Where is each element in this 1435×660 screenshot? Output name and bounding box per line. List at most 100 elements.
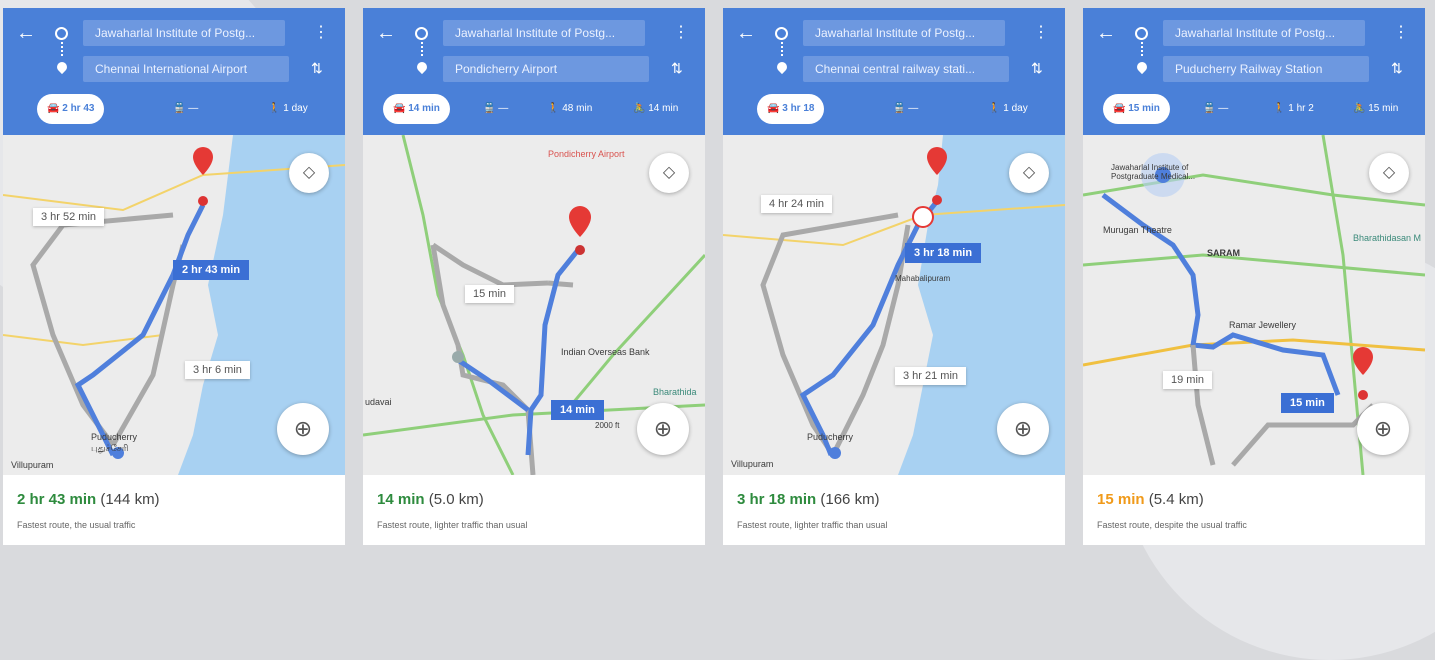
mode-walk-tab[interactable]: 🚶 1 day bbox=[268, 94, 308, 124]
route-summary[interactable]: 3 hr 18 min (166 km) Fastest route, ligh… bbox=[723, 475, 1065, 545]
my-location-icon[interactable]: ⊕ bbox=[637, 403, 689, 455]
walk-time: 1 hr 2 bbox=[1288, 103, 1314, 114]
mode-drive-tab[interactable]: 🚘 14 min bbox=[383, 94, 450, 124]
layers-icon[interactable]: ◇ bbox=[1369, 153, 1409, 193]
place-label-3: Mahabalipuram bbox=[895, 274, 951, 283]
route-summary[interactable]: 14 min (5.0 km) Fastest route, lighter t… bbox=[363, 475, 705, 545]
swap-icon[interactable]: ⇅ bbox=[1031, 60, 1043, 77]
mode-walk-tab[interactable]: 🚶 1 day bbox=[988, 94, 1028, 124]
route-distance: (144 km) bbox=[100, 491, 160, 508]
swap-icon[interactable]: ⇅ bbox=[311, 60, 323, 77]
pin-icon bbox=[54, 59, 70, 75]
mode-ride-tab[interactable]: 🚴 15 min bbox=[1353, 94, 1398, 124]
travel-modes: 🚘 2 hr 43 🚆 — 🚶 1 day bbox=[3, 94, 345, 126]
arrow-left-icon[interactable]: ← bbox=[375, 22, 397, 44]
mode-transit-tab[interactable]: 🚆 — bbox=[1203, 94, 1228, 124]
drive-time: 3 hr 18 bbox=[782, 103, 815, 114]
alt-route-label-2[interactable]: 3 hr 6 min bbox=[185, 361, 250, 379]
walk-time: 1 day bbox=[1003, 103, 1028, 114]
alt-route-label[interactable]: 4 hr 24 min bbox=[761, 195, 833, 213]
ride-icon: 🚴 bbox=[1353, 103, 1369, 114]
map-view[interactable]: ◇ ⊕ Pondicherry Airport 15 min 14 min In… bbox=[363, 135, 705, 475]
destination-field[interactable]: Pondicherry Airport bbox=[443, 56, 649, 82]
ride-time: 15 min bbox=[1368, 103, 1399, 114]
place-label-4: Ramar Jewellery bbox=[1229, 320, 1297, 330]
mode-walk-tab[interactable]: 🚶 1 hr 2 bbox=[1273, 94, 1314, 124]
map-view[interactable]: ◇ ⊕ 3 hr 52 min 2 hr 43 min 3 hr 6 min P… bbox=[3, 135, 345, 475]
transit-time: — bbox=[1218, 103, 1229, 114]
alt-route-label-2[interactable]: 3 hr 21 min bbox=[895, 367, 967, 385]
selected-route-label[interactable]: 3 hr 18 min bbox=[905, 243, 982, 263]
origin-dot-icon bbox=[775, 27, 788, 40]
route-distance: (5.4 km) bbox=[1148, 491, 1204, 508]
car-icon: 🚘 bbox=[1113, 103, 1129, 114]
mode-walk-tab[interactable]: 🚶 48 min bbox=[547, 94, 592, 124]
arrow-left-icon[interactable]: ← bbox=[1095, 22, 1117, 44]
layers-icon[interactable]: ◇ bbox=[289, 153, 329, 193]
map-view[interactable]: ◇ ⊕ Jawaharlal Institute of Postgraduate… bbox=[1083, 135, 1425, 475]
more-vert-icon[interactable]: ⋮ bbox=[1033, 24, 1049, 42]
directions-header: ← Jawaharlal Institute of Postg... Chenn… bbox=[723, 8, 1065, 135]
directions-panel-2: ← Jawaharlal Institute of Postg... Pondi… bbox=[363, 8, 705, 545]
my-location-icon[interactable]: ⊕ bbox=[1357, 403, 1409, 455]
mode-transit-tab[interactable]: 🚆 — bbox=[173, 94, 198, 124]
mode-transit-tab[interactable]: 🚆 — bbox=[893, 94, 918, 124]
place-label-5: Bharathidasan M bbox=[1353, 233, 1422, 243]
mode-drive-tab[interactable]: 🚘 3 hr 18 bbox=[757, 94, 825, 124]
connector-dots bbox=[1141, 42, 1145, 56]
directions-panel-3: ← Jawaharlal Institute of Postg... Chenn… bbox=[723, 8, 1065, 545]
more-vert-icon[interactable]: ⋮ bbox=[1393, 24, 1409, 42]
map-view[interactable]: ◇ ⊕ 4 hr 24 min 3 hr 18 min 3 hr 21 min … bbox=[723, 135, 1065, 475]
layers-icon[interactable]: ◇ bbox=[649, 153, 689, 193]
route-description: Fastest route, despite the usual traffic bbox=[1097, 520, 1247, 530]
directions-header: ← Jawaharlal Institute of Postg... Chenn… bbox=[3, 8, 345, 135]
arrow-left-icon[interactable]: ← bbox=[15, 22, 37, 44]
alt-route-label[interactable]: 19 min bbox=[1163, 371, 1213, 389]
place-label-2: Villupuram bbox=[11, 460, 54, 470]
more-vert-icon[interactable]: ⋮ bbox=[673, 24, 689, 42]
selected-route-label[interactable]: 15 min bbox=[1281, 393, 1334, 413]
mode-ride-tab[interactable]: 🚴 14 min bbox=[633, 94, 678, 124]
connector-dots bbox=[421, 42, 425, 56]
my-location-icon[interactable]: ⊕ bbox=[277, 403, 329, 455]
train-icon: 🚆 bbox=[893, 103, 909, 114]
place-label-local: புதுச்சேரி bbox=[91, 443, 129, 453]
arrow-left-icon[interactable]: ← bbox=[735, 22, 757, 44]
mode-drive-tab[interactable]: 🚘 15 min bbox=[1103, 94, 1170, 124]
directions-header: ← Jawaharlal Institute of Postg... Puduc… bbox=[1083, 8, 1425, 135]
mode-transit-tab[interactable]: 🚆 — bbox=[483, 94, 508, 124]
origin-field[interactable]: Jawaharlal Institute of Postg... bbox=[803, 20, 1005, 46]
swap-icon[interactable]: ⇅ bbox=[671, 60, 683, 77]
car-icon: 🚘 bbox=[47, 103, 63, 114]
transit-time: — bbox=[908, 103, 919, 114]
alt-route-label[interactable]: 15 min bbox=[465, 285, 515, 303]
origin-field[interactable]: Jawaharlal Institute of Postg... bbox=[443, 20, 645, 46]
route-summary[interactable]: 15 min (5.4 km) Fastest route, despite t… bbox=[1083, 475, 1425, 545]
swap-icon[interactable]: ⇅ bbox=[1391, 60, 1403, 77]
route-description: Fastest route, lighter traffic than usua… bbox=[737, 520, 888, 530]
destination-field[interactable]: Puducherry Railway Station bbox=[1163, 56, 1369, 82]
place-label: Puducherry bbox=[91, 432, 138, 442]
layers-icon[interactable]: ◇ bbox=[1009, 153, 1049, 193]
more-vert-icon[interactable]: ⋮ bbox=[313, 24, 329, 42]
ride-icon: 🚴 bbox=[633, 103, 649, 114]
selected-route-label[interactable]: 14 min bbox=[551, 400, 604, 420]
directions-header: ← Jawaharlal Institute of Postg... Pondi… bbox=[363, 8, 705, 135]
origin-field[interactable]: Jawaharlal Institute of Postg... bbox=[1163, 20, 1365, 46]
destination-field[interactable]: Chennai International Airport bbox=[83, 56, 289, 82]
place-label-2: Villupuram bbox=[731, 459, 774, 469]
connector-dots bbox=[781, 42, 785, 56]
place-label-3: SARAM bbox=[1207, 248, 1240, 258]
selected-route-label[interactable]: 2 hr 43 min bbox=[173, 260, 250, 280]
route-summary[interactable]: 2 hr 43 min (144 km) Fastest route, the … bbox=[3, 475, 345, 545]
mode-drive-tab[interactable]: 🚘 2 hr 43 bbox=[37, 94, 105, 124]
origin-field[interactable]: Jawaharlal Institute of Postg... bbox=[83, 20, 285, 46]
alt-route-label[interactable]: 3 hr 52 min bbox=[33, 208, 105, 226]
origin-dot-icon bbox=[1135, 27, 1148, 40]
directions-panel-1: ← Jawaharlal Institute of Postg... Chenn… bbox=[3, 8, 345, 545]
my-location-icon[interactable]: ⊕ bbox=[997, 403, 1049, 455]
drive-time: 14 min bbox=[408, 103, 440, 114]
route-description: Fastest route, lighter traffic than usua… bbox=[377, 520, 528, 530]
car-icon: 🚘 bbox=[767, 103, 783, 114]
destination-field[interactable]: Chennai central railway stati... bbox=[803, 56, 1009, 82]
